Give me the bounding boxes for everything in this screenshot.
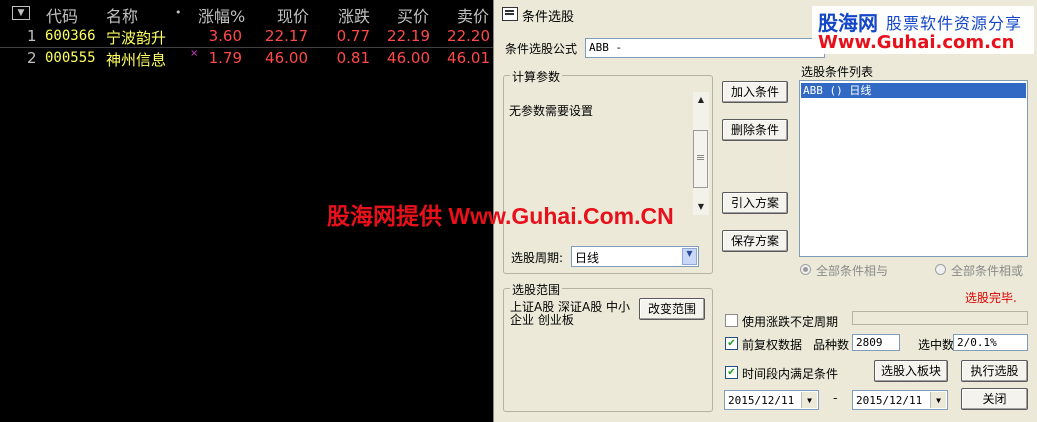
time-range-label: 时间段内满足条件 (742, 367, 839, 381)
change-pct-cell: 1.79 (208, 49, 242, 67)
ask-cell: 22.20 (447, 27, 490, 45)
uncertain-period-label: 使用涨跌不定周期 (742, 315, 839, 329)
condition-list[interactable]: ABB () 日线 (799, 80, 1028, 257)
variety-count-field: 2809 (852, 334, 900, 351)
period-value: 日线 (575, 251, 600, 265)
header-name[interactable]: 名称 (106, 3, 138, 27)
change-pct-cell: 3.60 (208, 27, 242, 45)
forward-adjust-label: 前复权数据 (742, 338, 803, 352)
chevron-down-icon[interactable]: ▼ (930, 392, 946, 408)
ask-cell: 46.01 (447, 49, 490, 67)
date-to-value: 2015/12/11 (856, 394, 923, 407)
header-change-pct[interactable]: 涨幅% (198, 3, 245, 27)
price-cell: 22.17 (265, 27, 308, 45)
period-progress-box (852, 311, 1028, 325)
scroll-thumb[interactable] (693, 130, 708, 188)
scroll-up-icon[interactable]: ▲ (693, 92, 709, 108)
change-range-button[interactable]: 改变范围 (639, 298, 705, 320)
watermark-logo-url: Www.Guhai.com.cn (818, 32, 1015, 53)
chevron-down-icon[interactable]: ▼ (801, 392, 817, 408)
range-text: 上证A股 深证A股 中小企业 创业板 (510, 300, 631, 327)
scroll-down-icon[interactable]: ▼ (693, 199, 709, 215)
watermark-text: 股海网提供 Www.Guhai.Com.CN (327, 203, 674, 229)
watermark-logo: 股海网 股票软件资源分享 Www.Guhai.com.cn (812, 6, 1034, 54)
date-separator: - (833, 391, 838, 405)
header-change[interactable]: 涨跌 (338, 3, 370, 27)
date-from-value: 2015/12/11 (728, 394, 795, 407)
bid-cell: 46.00 (387, 49, 430, 67)
range-group: 选股范围 上证A股 深证A股 中小企业 创业板 改变范围 (503, 281, 713, 412)
range-group-title: 选股范围 (510, 281, 563, 298)
stock-name: 宁波韵升 (106, 29, 167, 47)
table-header: ▼ 代码 名称 • 涨幅% 现价 涨跌 买价 卖价 (0, 0, 500, 27)
uncertain-period-checkbox[interactable] (725, 314, 738, 327)
change-cell: 0.77 (336, 27, 370, 45)
selected-count-label: 选中数 (918, 338, 955, 352)
bid-cell: 22.19 (387, 27, 430, 45)
status-text: 选股完毕. (965, 291, 1017, 305)
header-dot: • (175, 6, 182, 19)
header-code[interactable]: 代码 (46, 3, 78, 27)
header-bid[interactable]: 买价 (397, 3, 429, 27)
row-index: 1 (27, 27, 37, 45)
radio-all-or-label: 全部条件相或 (951, 264, 1024, 278)
forward-adjust-checkbox[interactable]: ✔ (725, 337, 738, 350)
add-condition-button[interactable]: 加入条件 (722, 81, 788, 103)
import-scheme-button[interactable]: 引入方案 (722, 192, 788, 214)
date-to-picker[interactable]: 2015/12/11 ▼ (852, 390, 948, 410)
params-text: 无参数需要设置 (509, 104, 594, 118)
radio-all-and-label: 全部条件相与 (816, 264, 889, 278)
table-row[interactable]: 2 000555 神州信息 × 1.79 46.00 0.81 46.00 46… (0, 47, 500, 69)
change-cell: 0.81 (336, 49, 370, 67)
save-scheme-button[interactable]: 保存方案 (722, 230, 788, 252)
sort-dropdown-icon[interactable]: ▼ (12, 6, 30, 20)
header-price[interactable]: 现价 (277, 3, 309, 27)
formula-label: 条件选股公式 (505, 42, 578, 56)
time-range-checkbox[interactable]: ✔ (725, 366, 738, 379)
execute-button[interactable]: 执行选股 (961, 360, 1028, 382)
condition-list-item[interactable]: ABB () 日线 (801, 83, 1026, 98)
period-select[interactable]: 日线 ▼ (571, 246, 699, 267)
watermark-logo-slogan: 股票软件资源分享 (886, 14, 1023, 33)
radio-all-or[interactable] (935, 264, 946, 275)
stock-code: 600366 (45, 28, 96, 44)
params-group: 计算参数 无参数需要设置 ▲ ▼ 选股周期: 日线 ▼ (503, 68, 713, 274)
date-from-picker[interactable]: 2015/12/11 ▼ (724, 390, 819, 410)
to-block-button[interactable]: 选股入板块 (874, 360, 948, 382)
price-cell: 46.00 (265, 49, 308, 67)
stock-name: 神州信息 (106, 51, 167, 69)
stock-code: 000555 (45, 50, 96, 66)
dialog-title: 条件选股 (522, 10, 575, 25)
row-index: 2 (27, 49, 37, 67)
radio-all-and[interactable] (800, 264, 811, 275)
formula-select[interactable]: ABB - (585, 38, 825, 58)
table-row[interactable]: 1 600366 宁波韵升 3.60 22.17 0.77 22.19 22.2… (0, 25, 500, 48)
window-icon (502, 7, 518, 21)
params-scrollbar[interactable]: ▲ ▼ (693, 92, 709, 215)
header-ask[interactable]: 卖价 (457, 3, 489, 27)
close-button[interactable]: 关闭 (961, 388, 1028, 410)
chevron-down-icon[interactable]: ▼ (682, 248, 697, 265)
variety-count-label: 品种数 (813, 338, 850, 352)
delete-condition-button[interactable]: 删除条件 (722, 119, 788, 141)
selected-count-field: 2/0.1% (953, 334, 1028, 351)
condition-list-label: 选股条件列表 (801, 65, 874, 79)
period-label: 选股周期: (511, 251, 564, 265)
params-group-title: 计算参数 (510, 68, 563, 85)
